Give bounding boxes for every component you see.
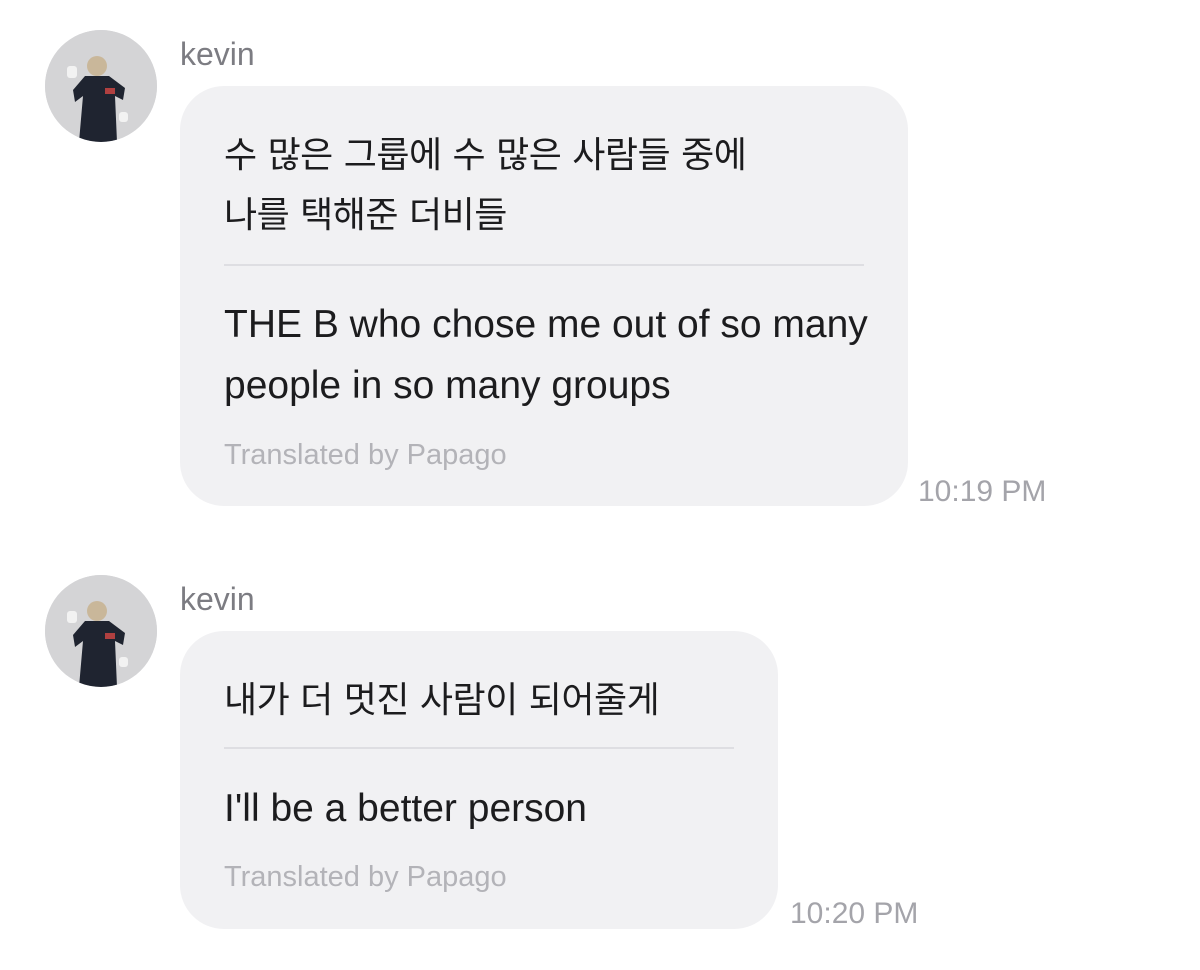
message-bubble[interactable]: 내가 더 멋진 사람이 되어줄게 I'll be a better person… [180, 631, 778, 929]
translated-text: I'll be a better person [224, 787, 587, 830]
avatar[interactable] [45, 575, 157, 687]
message-timestamp: 10:20 PM [790, 897, 919, 930]
sender-name: kevin [180, 581, 255, 617]
translation-credit: Translated by Papago [224, 861, 507, 893]
person-photo-icon [45, 575, 157, 687]
original-text: 내가 더 멋진 사람이 되어줄게 [224, 680, 660, 721]
message-group: kevin 내가 더 멋진 사람이 되어줄게 I'll be a better … [0, 0, 1200, 970]
translation-divider [224, 747, 734, 749]
